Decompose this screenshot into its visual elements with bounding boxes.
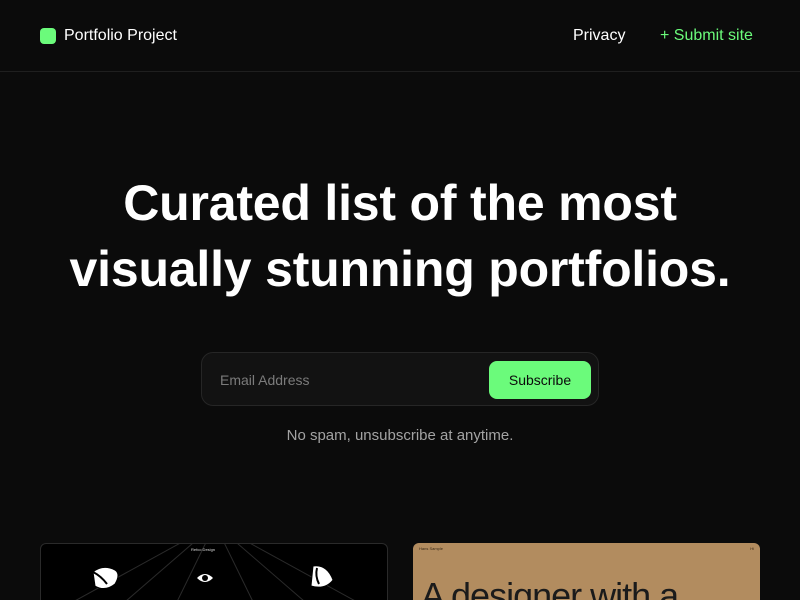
portfolio-card[interactable]: Refco Design (40, 543, 388, 600)
subscribe-form: Subscribe (201, 352, 599, 406)
brand-name: Portfolio Project (64, 27, 177, 44)
card-caption: Refco Design (191, 547, 216, 552)
card-heading: A designer with a (421, 575, 679, 600)
eye-icon (197, 574, 213, 582)
shape-icon (92, 566, 119, 590)
subscribe-button[interactable]: Subscribe (489, 361, 591, 399)
card-caption: Hans Sample (419, 546, 444, 551)
brand-link[interactable]: Portfolio Project (40, 26, 177, 46)
hero-title: Curated list of the most visually stunni… (0, 170, 800, 302)
submit-site-link[interactable]: + Submit site (660, 27, 753, 45)
no-spam-note: No spam, unsubscribe at anytime. (286, 427, 514, 444)
portfolio-card[interactable]: Hans Sample Hi A designer with a (413, 543, 760, 600)
email-input[interactable] (220, 365, 480, 395)
hero-title-line-2: visually stunning portfolios. (69, 241, 731, 297)
card-caption: Hi (750, 546, 754, 551)
brand-logo-icon (40, 28, 56, 44)
site-header: Portfolio Project Privacy + Submit site (0, 0, 800, 72)
card-illustration (75, 544, 355, 600)
nav-privacy-link[interactable]: Privacy (573, 27, 625, 45)
shape-icon (310, 565, 334, 588)
hero-title-line-1: Curated list of the most (123, 175, 677, 231)
